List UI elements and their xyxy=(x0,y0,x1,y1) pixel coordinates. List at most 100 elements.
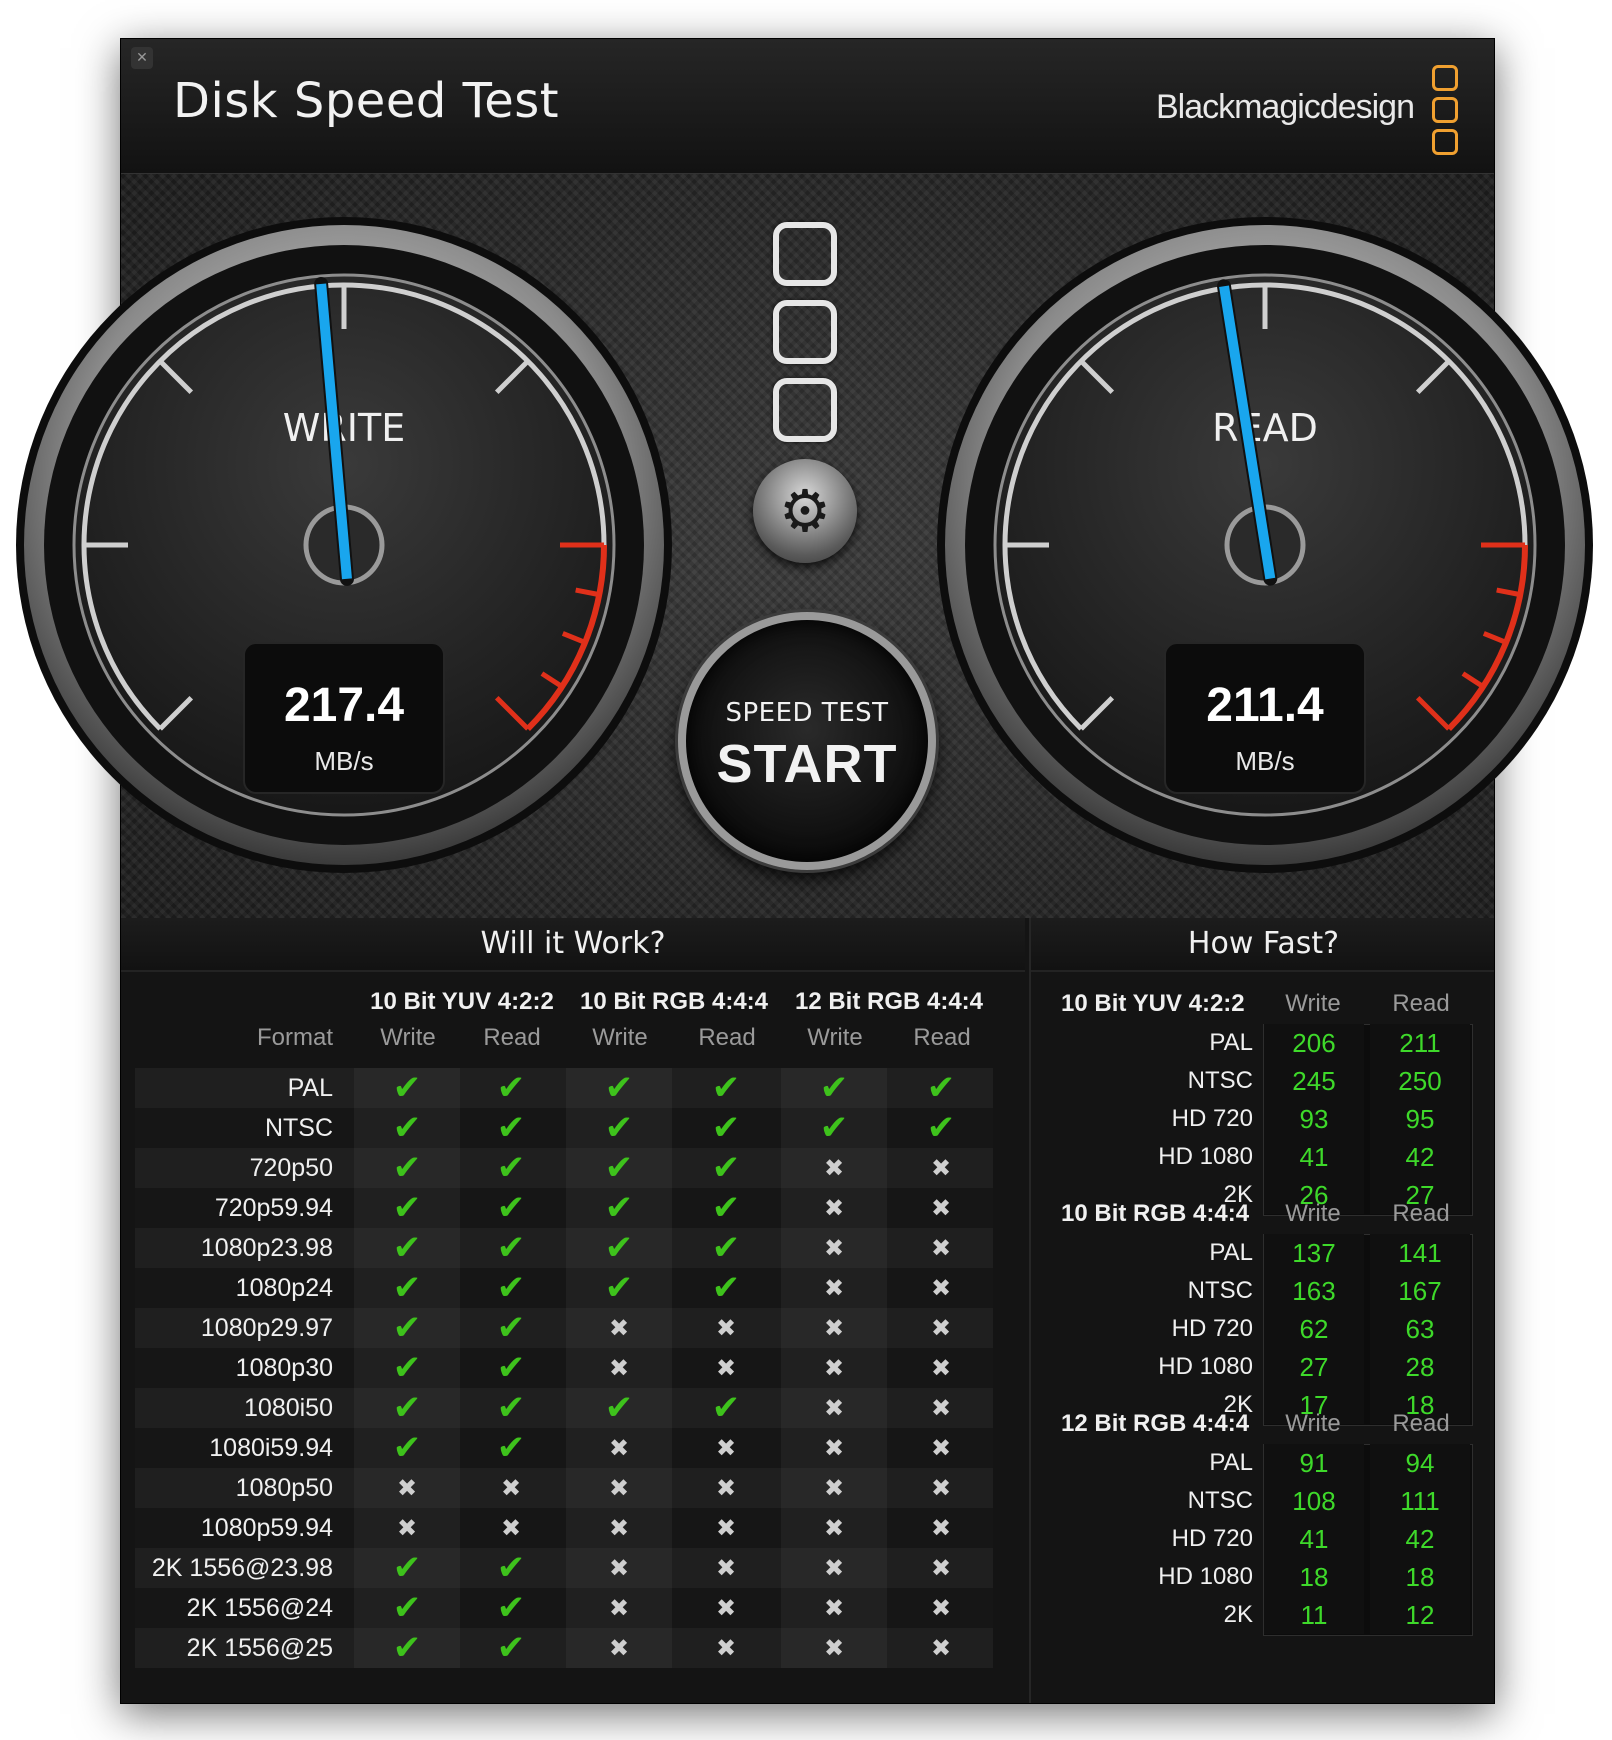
check-icon: ✔ xyxy=(711,1268,741,1308)
will-it-work-section: Will it Work? 10 Bit YUV 4:2:2 10 Bit RGB… xyxy=(121,918,1025,1703)
format-label: 1080p30 xyxy=(235,1354,333,1382)
check-icon: ✔ xyxy=(354,1268,460,1308)
cross-icon: ✖ xyxy=(566,1628,672,1668)
format-label: 1080i59.94 xyxy=(209,1434,333,1462)
speed-format-label: HD 720 xyxy=(1171,1105,1253,1132)
cross-icon: ✖ xyxy=(715,1634,737,1662)
close-button[interactable]: ✕ xyxy=(131,47,153,69)
speed-row: PAL 91 94 xyxy=(1031,1444,1494,1482)
cross-icon: ✖ xyxy=(566,1508,672,1548)
speed-format-label: HD 720 xyxy=(1171,1315,1253,1342)
format-row: PAL ✔ ✔ ✔ ✔ ✔ ✔ xyxy=(135,1068,993,1108)
format-row: 1080p30 ✔ ✔ ✖ ✖ ✖ ✖ xyxy=(135,1348,993,1388)
results-area: Will it Work? 10 Bit YUV 4:2:2 10 Bit RGB… xyxy=(121,918,1494,1703)
check-icon: ✔ xyxy=(926,1068,956,1108)
read-speed-value: 18 xyxy=(1370,1558,1470,1596)
format-row: 2K 1556@24 ✔ ✔ ✖ ✖ ✖ ✖ xyxy=(135,1588,993,1628)
read-column-header: Read xyxy=(913,1024,971,1051)
cross-icon: ✖ xyxy=(566,1308,672,1348)
brand-logo-text: Blackmagicdesign xyxy=(1155,88,1415,126)
cross-icon: ✖ xyxy=(781,1268,887,1308)
start-button[interactable]: SPEED TEST START xyxy=(678,612,936,870)
cross-icon: ✖ xyxy=(930,1354,952,1382)
check-icon: ✔ xyxy=(496,1148,526,1188)
speed-format-label: HD 720 xyxy=(1171,1525,1253,1552)
check-icon: ✔ xyxy=(496,1548,526,1588)
check-icon: ✔ xyxy=(566,1388,672,1428)
how-fast-title: How Fast? xyxy=(1031,918,1494,972)
read-speed-value: 42 xyxy=(1370,1520,1470,1558)
speed-row: NTSC 245 250 xyxy=(1031,1062,1494,1100)
write-column-header: Write xyxy=(380,1024,436,1051)
cross-icon: ✖ xyxy=(930,1594,952,1622)
read-speed-value: 250 xyxy=(1370,1062,1470,1100)
check-icon: ✔ xyxy=(496,1308,526,1348)
check-icon: ✔ xyxy=(781,1108,887,1148)
speed-row: NTSC 108 111 xyxy=(1031,1482,1494,1520)
speed-row: PAL 137 141 xyxy=(1031,1234,1494,1272)
format-label: 720p50 xyxy=(249,1154,333,1182)
cross-icon: ✖ xyxy=(930,1274,952,1302)
format-label: 2K 1556@24 xyxy=(186,1594,333,1622)
speed-row: HD 720 41 42 xyxy=(1031,1520,1494,1558)
format-label: 1080p50 xyxy=(235,1474,333,1502)
read-column-header: Read xyxy=(698,1024,756,1051)
speed-format-label: NTSC xyxy=(1187,1487,1253,1514)
settings-button[interactable]: ⚙ xyxy=(753,459,857,563)
title-bar: ✕ Disk Speed Test Blackmagicdesign xyxy=(121,39,1494,174)
cross-icon: ✖ xyxy=(781,1428,887,1468)
cross-icon: ✖ xyxy=(715,1314,737,1342)
speed-format-label: NTSC xyxy=(1187,1277,1253,1304)
check-icon: ✔ xyxy=(354,1308,460,1348)
read-column-header: Read xyxy=(1392,1200,1450,1227)
check-icon: ✔ xyxy=(354,1108,460,1148)
cross-icon: ✖ xyxy=(781,1188,887,1228)
check-icon: ✔ xyxy=(354,1348,460,1388)
check-icon: ✔ xyxy=(496,1348,526,1388)
format-row: 1080i50 ✔ ✔ ✔ ✔ ✖ ✖ xyxy=(135,1388,993,1428)
read-speed-value: 63 xyxy=(1370,1310,1470,1348)
format-row: 1080p23.98 ✔ ✔ ✔ ✔ ✖ ✖ xyxy=(135,1228,993,1268)
check-icon: ✔ xyxy=(496,1108,526,1148)
check-icon: ✔ xyxy=(354,1588,460,1628)
speed-group-header: 10 Bit YUV 4:2:2 Write Read xyxy=(1031,984,1494,1024)
speed-row: HD 720 93 95 xyxy=(1031,1100,1494,1138)
write-column-header: Write xyxy=(1285,1200,1341,1227)
cross-icon: ✖ xyxy=(566,1588,672,1628)
speed-group-header: 12 Bit RGB 4:4:4 Write Read xyxy=(1031,1404,1494,1444)
cross-icon: ✖ xyxy=(500,1474,522,1502)
write-speed-value: 245 xyxy=(1264,1062,1364,1100)
check-icon: ✔ xyxy=(566,1268,672,1308)
cross-icon: ✖ xyxy=(500,1514,522,1542)
check-icon: ✔ xyxy=(711,1148,741,1188)
format-label: 1080i50 xyxy=(244,1394,333,1422)
cross-icon: ✖ xyxy=(930,1234,952,1262)
gear-icon: ⚙ xyxy=(779,477,831,545)
speed-row: HD 1080 27 28 xyxy=(1031,1348,1494,1386)
format-row: 720p59.94 ✔ ✔ ✔ ✔ ✖ ✖ xyxy=(135,1188,993,1228)
write-column-header: Write xyxy=(807,1024,863,1051)
how-fast-section: How Fast? 10 Bit YUV 4:2:2 Write Read PAL 20… xyxy=(1029,918,1494,1703)
app-title: Disk Speed Test xyxy=(173,73,560,129)
check-icon: ✔ xyxy=(354,1388,460,1428)
check-icon: ✔ xyxy=(354,1548,460,1588)
group-header: 10 Bit YUV 4:2:2 xyxy=(370,988,554,1015)
check-icon: ✔ xyxy=(354,1228,460,1268)
write-speed-value: 62 xyxy=(1264,1310,1364,1348)
cross-icon: ✖ xyxy=(781,1388,887,1428)
read-speed-value: 94 xyxy=(1370,1444,1470,1482)
speed-row: HD 720 62 63 xyxy=(1031,1310,1494,1348)
cross-icon: ✖ xyxy=(781,1588,887,1628)
cross-icon: ✖ xyxy=(930,1434,952,1462)
check-icon: ✔ xyxy=(711,1228,741,1268)
check-icon: ✔ xyxy=(781,1068,887,1108)
cross-icon: ✖ xyxy=(715,1474,737,1502)
read-column-header: Read xyxy=(1392,1410,1450,1437)
check-icon: ✔ xyxy=(354,1148,460,1188)
check-icon: ✔ xyxy=(926,1108,956,1148)
read-speed-value: 42 xyxy=(1370,1138,1470,1176)
speed-format-label: PAL xyxy=(1209,1239,1253,1266)
speed-format-label: HD 1080 xyxy=(1158,1353,1253,1380)
format-row: NTSC ✔ ✔ ✔ ✔ ✔ ✔ xyxy=(135,1108,993,1148)
format-row: 1080p29.97 ✔ ✔ ✖ ✖ ✖ ✖ xyxy=(135,1308,993,1348)
